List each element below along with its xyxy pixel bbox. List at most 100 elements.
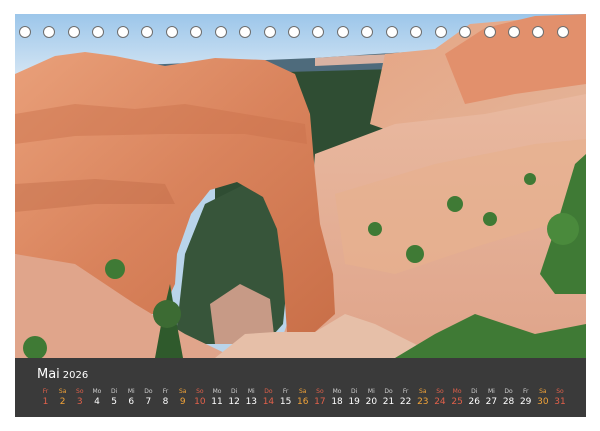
- day-number: 29: [519, 397, 532, 407]
- weekday-label: Fr: [42, 388, 49, 395]
- day-number: 25: [451, 397, 463, 407]
- day-number: 5: [111, 397, 117, 407]
- day-number: 26: [468, 397, 480, 407]
- weekday-label: Sa: [419, 388, 427, 395]
- day-cell: Sa 16: [294, 388, 311, 408]
- binding-ring: [532, 26, 545, 38]
- weekday-label: Mo: [92, 388, 102, 395]
- weekday-label: Mi: [487, 388, 495, 395]
- day-cell: Mo 4: [88, 388, 105, 408]
- month-heading: Mai 2026: [37, 367, 88, 382]
- weekday-label: Di: [230, 388, 238, 395]
- day-number: 4: [94, 397, 100, 407]
- weekday-label: Mi: [247, 388, 255, 395]
- weekday-label: Di: [110, 388, 118, 395]
- day-cell: Fr 8: [157, 388, 174, 408]
- binding-ring: [19, 26, 31, 38]
- weekday-label: Sa: [539, 388, 547, 395]
- day-number: 12: [228, 397, 240, 407]
- binding-ring: [165, 26, 178, 38]
- weekday-label: Fr: [162, 388, 169, 395]
- weekday-label: Mi: [127, 388, 135, 395]
- spiral-binding: [15, 24, 586, 40]
- month-name: Mai: [37, 367, 60, 382]
- day-number: 16: [297, 397, 309, 407]
- arch-landscape-photo: [15, 14, 586, 358]
- binding-ring: [556, 26, 569, 38]
- weekday-label: Do: [504, 388, 513, 395]
- binding-ring: [239, 26, 252, 38]
- day-number: 22: [399, 397, 412, 407]
- weekday-label: Mo: [452, 388, 462, 395]
- binding-ring: [410, 26, 423, 38]
- day-cell: Mo 18: [329, 388, 346, 408]
- day-cell: Mo 11: [209, 388, 226, 408]
- day-cell: Di 5: [106, 388, 123, 408]
- binding-ring: [459, 26, 472, 38]
- day-number: 17: [314, 397, 326, 407]
- binding-ring: [287, 26, 300, 38]
- weekday-label: So: [196, 388, 204, 395]
- day-cell: Do 28: [500, 388, 517, 408]
- binding-ring: [361, 26, 374, 38]
- weekday-label: Fr: [522, 388, 529, 395]
- binding-ring: [92, 26, 105, 38]
- day-number: 30: [537, 397, 549, 407]
- day-cell: So 10: [191, 388, 208, 408]
- binding-ring: [116, 26, 129, 38]
- binding-ring: [508, 26, 520, 38]
- day-number: 2: [59, 397, 66, 407]
- day-cell: Fr 22: [397, 388, 414, 408]
- day-cell: Sa 9: [174, 388, 191, 408]
- day-cell: So 17: [311, 388, 328, 408]
- binding-ring: [67, 26, 80, 38]
- day-cell: So 31: [552, 388, 569, 408]
- day-number: 7: [145, 397, 152, 407]
- weekday-label: Mo: [332, 388, 342, 395]
- day-row: Fr 1 Sa 2 So 3 Mo 4 Di 5 Mi 6 Do 7 Fr 8 Sa 9 So 10 Mo 11 Di 12 M…: [37, 388, 577, 412]
- day-cell: Fr 1: [37, 388, 54, 408]
- binding-ring: [263, 26, 276, 38]
- day-number: 8: [162, 397, 169, 407]
- day-number: 31: [554, 397, 566, 407]
- day-number: 3: [76, 397, 83, 407]
- day-cell: Mi 27: [483, 388, 500, 408]
- day-cell: Do 21: [380, 388, 397, 408]
- binding-ring: [141, 26, 154, 38]
- weekday-label: So: [556, 388, 564, 395]
- binding-ring: [385, 26, 398, 38]
- weekday-label: Fr: [282, 388, 289, 395]
- weekday-label: Do: [144, 388, 153, 395]
- day-number: 27: [485, 397, 498, 407]
- day-cell: Mi 20: [363, 388, 380, 408]
- binding-ring: [43, 26, 56, 38]
- day-number: 18: [331, 397, 343, 407]
- day-cell: Di 12: [226, 388, 243, 408]
- weekday-label: Fr: [402, 388, 409, 395]
- day-number: 9: [179, 397, 186, 407]
- day-cell: So 24: [431, 388, 448, 408]
- day-cell: Do 7: [140, 388, 157, 408]
- weekday-label: Sa: [58, 388, 67, 395]
- day-cell: Di 19: [346, 388, 363, 408]
- day-number: 28: [502, 397, 515, 407]
- day-number: 6: [128, 397, 135, 407]
- binding-ring: [483, 26, 496, 38]
- weekday-label: Do: [264, 388, 273, 395]
- day-cell: Fr 29: [517, 388, 534, 408]
- weekday-label: Do: [384, 388, 393, 395]
- weekday-label: Di: [351, 388, 358, 395]
- day-cell: Sa 2: [54, 388, 71, 408]
- day-number: 11: [211, 397, 223, 407]
- year: 2026: [62, 370, 89, 381]
- day-cell: Do 14: [260, 388, 277, 408]
- day-number: 23: [417, 397, 429, 407]
- weekday-label: Di: [471, 388, 478, 395]
- day-cell: Mi 6: [123, 388, 140, 408]
- day-cell: So 3: [71, 388, 88, 408]
- binding-ring: [336, 26, 349, 38]
- day-number: 24: [434, 397, 446, 407]
- weekday-label: Mi: [367, 388, 375, 395]
- day-cell: Sa 30: [534, 388, 551, 408]
- day-cell: Fr 15: [277, 388, 294, 408]
